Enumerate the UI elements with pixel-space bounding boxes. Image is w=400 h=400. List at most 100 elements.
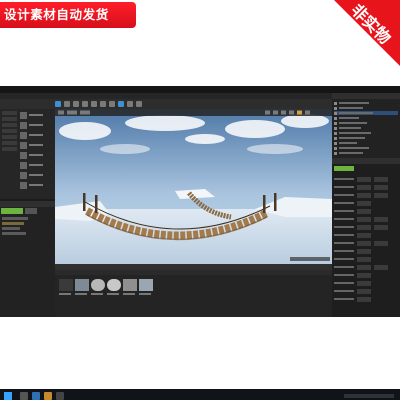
- category-item[interactable]: [2, 135, 17, 139]
- actor-item[interactable]: [20, 121, 53, 129]
- property-row[interactable]: [334, 200, 398, 206]
- outliner-row[interactable]: [334, 151, 398, 155]
- property-row[interactable]: [334, 264, 398, 270]
- asset-tile[interactable]: [123, 279, 137, 295]
- category-item[interactable]: [2, 141, 17, 145]
- property-value[interactable]: [357, 184, 371, 190]
- build-icon[interactable]: [118, 101, 124, 107]
- outliner-row[interactable]: [334, 146, 398, 150]
- folder-item[interactable]: [2, 232, 26, 235]
- save-icon[interactable]: [55, 101, 61, 107]
- actor-icon: [334, 141, 337, 145]
- property-value[interactable]: [374, 176, 388, 182]
- property-value[interactable]: [357, 176, 371, 182]
- property-value[interactable]: [374, 240, 388, 246]
- cinematics-icon[interactable]: [109, 101, 115, 107]
- property-row[interactable]: [334, 280, 398, 286]
- folder-item[interactable]: [2, 227, 20, 230]
- property-value[interactable]: [357, 256, 371, 262]
- property-value[interactable]: [357, 232, 371, 238]
- property-value[interactable]: [357, 272, 371, 278]
- property-value[interactable]: [357, 200, 371, 206]
- outliner-row[interactable]: [334, 141, 398, 145]
- viewport-scene: [55, 109, 332, 264]
- taskbar-app-icon[interactable]: [32, 392, 40, 400]
- taskbar-app-icon[interactable]: [44, 392, 52, 400]
- property-row[interactable]: [334, 288, 398, 294]
- asset-tile[interactable]: [59, 279, 73, 295]
- outliner-row[interactable]: [334, 136, 398, 140]
- content-icon[interactable]: [73, 101, 79, 107]
- property-row[interactable]: [334, 272, 398, 278]
- property-value[interactable]: [357, 288, 371, 294]
- source-control-icon[interactable]: [64, 101, 70, 107]
- asset-tile[interactable]: [91, 279, 105, 295]
- outliner-row[interactable]: [334, 116, 398, 120]
- system-tray[interactable]: [344, 394, 394, 398]
- property-row[interactable]: [334, 176, 398, 182]
- category-item[interactable]: [2, 129, 17, 133]
- folder-item[interactable]: [2, 217, 28, 220]
- launch-icon[interactable]: [136, 101, 142, 107]
- property-row[interactable]: [334, 248, 398, 254]
- property-value[interactable]: [357, 224, 371, 230]
- actor-item[interactable]: [20, 161, 53, 169]
- property-row[interactable]: [334, 208, 398, 214]
- property-value[interactable]: [374, 192, 388, 198]
- property-value[interactable]: [357, 240, 371, 246]
- property-value[interactable]: [357, 192, 371, 198]
- asset-tile[interactable]: [75, 279, 89, 295]
- property-row[interactable]: [334, 232, 398, 238]
- outliner-row[interactable]: [334, 106, 398, 110]
- property-value[interactable]: [374, 224, 388, 230]
- content-browser-path-bar[interactable]: [55, 270, 332, 275]
- category-item[interactable]: [2, 111, 17, 115]
- settings-icon[interactable]: [91, 101, 97, 107]
- import-button[interactable]: [25, 208, 37, 214]
- outliner-row[interactable]: [334, 126, 398, 130]
- property-value[interactable]: [374, 184, 388, 190]
- actor-item[interactable]: [20, 151, 53, 159]
- asset-tile[interactable]: [107, 279, 121, 295]
- actor-item[interactable]: [20, 141, 53, 149]
- property-row[interactable]: [334, 192, 398, 198]
- property-row[interactable]: [334, 256, 398, 262]
- outliner-row[interactable]: [334, 111, 398, 115]
- category-item[interactable]: [2, 117, 17, 121]
- actor-item[interactable]: [20, 171, 53, 179]
- category-item[interactable]: [2, 123, 17, 127]
- add-new-button[interactable]: [1, 208, 23, 214]
- level-viewport[interactable]: [55, 109, 332, 264]
- actor-item[interactable]: [20, 131, 53, 139]
- blueprints-icon[interactable]: [100, 101, 106, 107]
- property-value[interactable]: [357, 248, 371, 254]
- folder-item[interactable]: [2, 222, 24, 225]
- taskbar-app-icon[interactable]: [56, 392, 64, 400]
- add-component-button[interactable]: [334, 166, 354, 171]
- actor-item[interactable]: [20, 111, 53, 119]
- property-value[interactable]: [357, 280, 371, 286]
- property-row[interactable]: [334, 296, 398, 302]
- property-value[interactable]: [374, 216, 388, 222]
- asset-tile[interactable]: [139, 279, 153, 295]
- outliner-row[interactable]: [334, 121, 398, 125]
- property-row[interactable]: [334, 216, 398, 222]
- marketplace-icon[interactable]: [82, 101, 88, 107]
- property-row[interactable]: [334, 184, 398, 190]
- windows-start-icon[interactable]: [4, 392, 12, 400]
- actor-item[interactable]: [20, 181, 53, 189]
- property-row[interactable]: [334, 224, 398, 230]
- property-value[interactable]: [357, 216, 371, 222]
- outliner-row[interactable]: [334, 131, 398, 135]
- property-value[interactable]: [374, 264, 388, 270]
- outliner-row[interactable]: [334, 101, 398, 105]
- property-label: [334, 194, 354, 196]
- property-value[interactable]: [357, 208, 371, 214]
- taskbar-app-icon[interactable]: [20, 392, 28, 400]
- content-browser-tab[interactable]: [0, 201, 55, 207]
- property-value[interactable]: [357, 264, 371, 270]
- play-icon[interactable]: [127, 101, 133, 107]
- property-value[interactable]: [357, 296, 371, 302]
- category-item[interactable]: [2, 147, 17, 151]
- property-row[interactable]: [334, 240, 398, 246]
